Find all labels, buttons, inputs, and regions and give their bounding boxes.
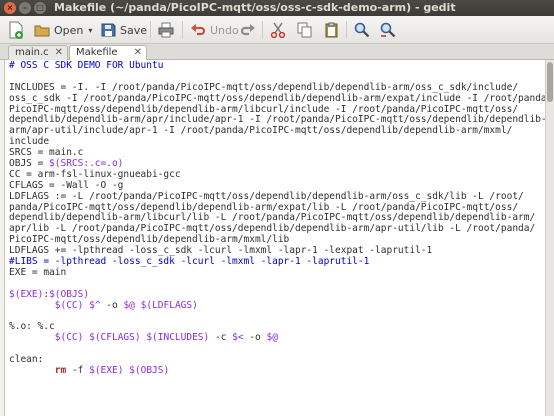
code-line: #LIBS = -lpthread -loss_c_sdk -lcurl -lm… [9,256,370,268]
minimize-window-button[interactable]: – [19,2,31,14]
gedit-window: × – □ Makefile (~/panda/PicoIPC-mqtt/oss… [0,0,554,416]
close-icon[interactable]: ✕ [55,46,63,60]
tab-makefile[interactable]: Makefile ✕ [69,45,147,61]
paste-icon [325,22,338,38]
code-content[interactable]: # OSS C SDK DEMO FOR Ubuntu INCLUDES = -… [9,60,545,377]
code-line: EXE = main [9,266,67,278]
vertical-scrollbar[interactable] [545,60,554,416]
maximize-window-button[interactable]: □ [34,2,46,14]
open-button[interactable]: Open ▾ [34,19,92,41]
chevron-down-icon[interactable]: ▾ [88,26,92,35]
cut-button[interactable] [270,19,286,41]
open-icon [34,25,50,37]
code-line: # OSS C SDK DEMO FOR Ubuntu [9,60,164,71]
undo-button[interactable]: Undo [190,19,239,41]
code-line: arm/apr-util/include/apr-1 -I /root/pand… [9,125,513,137]
scrollbar-thumb[interactable] [547,62,553,102]
save-button[interactable]: Save [100,19,147,41]
paste-button[interactable] [324,19,340,41]
open-label: Open [54,23,84,37]
tab-bar: main.c ✕ Makefile ✕ [0,44,554,61]
title-bar: × – □ Makefile (~/panda/PicoIPC-mqtt/oss… [0,0,554,16]
redo-button[interactable] [240,19,256,41]
find-replace-button[interactable] [380,19,396,41]
toolbar: Open ▾ Save Undo [0,16,554,44]
close-window-button[interactable]: × [4,2,16,14]
cut-icon [270,22,286,38]
undo-label: Undo [210,23,239,37]
code-line: $(CC) $(CFLAGS) $(INCLUDES) -c $< -o $@ [54,332,278,344]
new-document-icon [9,21,23,39]
code-line: rm -f $(EXE) $(OBJS) [54,364,170,376]
copy-icon [297,22,312,38]
toolbar-separator [182,21,183,39]
code-line: include [9,136,50,148]
find-button[interactable] [354,19,370,41]
print-button[interactable] [158,19,174,41]
undo-icon [191,24,206,36]
text-editor[interactable]: # OSS C SDK DEMO FOR Ubuntu INCLUDES = -… [4,60,545,416]
find-icon [354,22,370,38]
window-title: Makefile (~/panda/PicoIPC-mqtt/oss/oss-c… [54,1,456,14]
tab-label: main.c [15,47,49,58]
new-button[interactable] [8,19,24,41]
redo-icon [240,24,255,36]
close-icon[interactable]: ✕ [134,46,142,60]
toolbar-separator [262,21,263,39]
copy-button[interactable] [297,19,313,41]
save-icon [101,23,116,37]
toolbar-separator [150,21,151,39]
print-icon [158,22,174,38]
tab-main-c[interactable]: main.c ✕ [8,45,68,60]
toolbar-separator [346,21,347,39]
save-label: Save [120,23,148,37]
tab-label: Makefile [76,47,118,58]
code-line: $(CC) $^ -o $@ $(LDFLAGS) [54,299,198,311]
find-replace-icon [380,22,396,38]
